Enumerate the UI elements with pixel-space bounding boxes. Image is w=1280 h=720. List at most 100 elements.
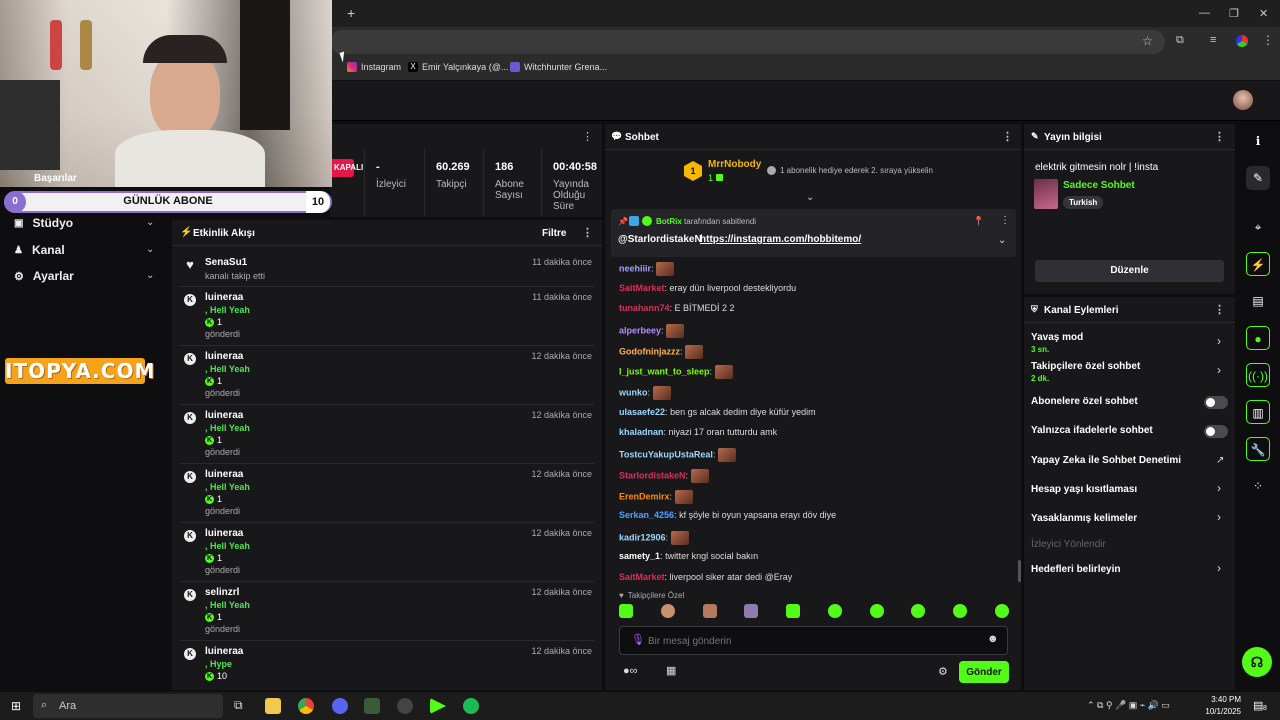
emote-icon[interactable]: [953, 604, 968, 618]
chevron-down-icon[interactable]: ⌄: [146, 244, 154, 255]
more-icon[interactable]: ⋮: [1214, 130, 1225, 143]
action-goals[interactable]: Hedefleri belirleyin: [1031, 564, 1120, 575]
more-icon[interactable]: ⋮: [1214, 303, 1225, 316]
emote-icon[interactable]: [619, 604, 633, 618]
store-icon[interactable]: ▦: [666, 664, 676, 677]
extensions-icon[interactable]: ⧉: [1176, 34, 1184, 47]
notification-icon[interactable]: ▤: [1253, 699, 1263, 712]
emote-icon[interactable]: [994, 604, 1009, 618]
chevron-down-icon[interactable]: ⌄: [146, 270, 154, 281]
chevron-right-icon[interactable]: ›: [1217, 561, 1221, 575]
more-icon[interactable]: ⋮: [582, 226, 593, 239]
gear-icon[interactable]: ⚙: [938, 665, 948, 678]
more-icon[interactable]: ⋮: [582, 130, 593, 143]
pinned-link[interactable]: https://instagram.com/hobbitemo/: [700, 234, 861, 245]
xbox-icon[interactable]: [364, 698, 380, 714]
sidebar-item-settings[interactable]: ⚙ Ayarlar: [14, 269, 74, 283]
microphone-icon[interactable]: 🎙: [631, 633, 645, 646]
filter-button[interactable]: Filtre: [542, 228, 566, 239]
chat-username[interactable]: samety_1: [619, 551, 660, 561]
chevron-right-icon[interactable]: ›: [1217, 510, 1221, 524]
url-input[interactable]: [330, 30, 1165, 54]
edit-button[interactable]: Düzenle: [1035, 260, 1224, 282]
subscribers-only-toggle[interactable]: [1204, 396, 1228, 409]
chat-username[interactable]: TostcuYakupUstaReal: [619, 449, 713, 459]
emote-icon[interactable]: [827, 604, 842, 618]
target-icon[interactable]: ⌖: [1246, 215, 1270, 239]
task-view-icon[interactable]: ⧉: [234, 698, 243, 713]
maximize-icon[interactable]: ❐: [1229, 7, 1239, 20]
emote-icon[interactable]: [702, 604, 717, 618]
activity-user[interactable]: SenaSu1: [205, 257, 247, 268]
close-icon[interactable]: ✕: [1259, 7, 1268, 20]
star-icon[interactable]: ☆: [1142, 34, 1153, 48]
emote-icon[interactable]: [744, 604, 759, 618]
kick-app-icon[interactable]: [430, 698, 446, 714]
action-slow-mode[interactable]: Yavaş mod 3 sn.: [1031, 332, 1083, 354]
menu-icon[interactable]: ⋮: [1262, 33, 1274, 47]
new-tab-button[interactable]: +: [347, 5, 355, 21]
chevron-right-icon[interactable]: ›: [1217, 481, 1221, 495]
sidebar-item-channel[interactable]: ♟ Kanal: [14, 243, 65, 257]
send-button[interactable]: Gönder: [959, 661, 1009, 683]
gift-leader-name[interactable]: MrrNobody: [708, 159, 761, 170]
chat-bubble-icon[interactable]: ●: [1246, 326, 1270, 350]
chat-username[interactable]: alperbeey: [619, 325, 661, 335]
more-icon[interactable]: ⋮: [1002, 130, 1013, 143]
pencil-icon[interactable]: ✎: [1246, 166, 1270, 190]
user-avatar[interactable]: [1233, 90, 1253, 110]
bolt-icon[interactable]: ⚡: [1246, 252, 1270, 276]
layout-icon[interactable]: ▥: [1246, 400, 1270, 424]
windows-start-icon[interactable]: ⊞: [11, 699, 21, 713]
activity-user[interactable]: luineraa: [205, 646, 243, 657]
obs-icon[interactable]: [397, 698, 413, 714]
chat-username[interactable]: Godofninjazzz: [619, 346, 680, 356]
chat-username[interactable]: I_just_want_to_sleep: [619, 366, 710, 376]
chat-username[interactable]: ulasaefe22: [619, 407, 665, 417]
chat-username[interactable]: ErenDemirx: [619, 491, 670, 501]
chat-username[interactable]: neehiiir: [619, 263, 651, 273]
chevron-right-icon[interactable]: ›: [1217, 363, 1221, 377]
support-icon[interactable]: ☊: [1242, 647, 1272, 677]
chat-scrollbar[interactable]: [1018, 560, 1021, 582]
chat-username[interactable]: SaitMarket: [619, 572, 665, 582]
activity-user[interactable]: luineraa: [205, 528, 243, 539]
emote-icon[interactable]: [869, 604, 884, 618]
bookmark-witchhunter[interactable]: Witchhunter Grena...: [510, 62, 607, 72]
info-icon[interactable]: ℹ: [1246, 129, 1270, 153]
more-icon[interactable]: ⋮: [1000, 215, 1010, 226]
chevron-down-icon[interactable]: ⌄: [146, 217, 154, 228]
chevron-right-icon[interactable]: ›: [1217, 334, 1221, 348]
bookmark-x[interactable]: X Emir Yalçınkaya (@...: [408, 62, 508, 72]
category-thumbnail[interactable]: [1034, 179, 1058, 209]
action-account-age[interactable]: Hesap yaşı kısıtlaması: [1031, 484, 1137, 495]
emote-icon[interactable]: [786, 604, 801, 618]
emote-icon[interactable]: [911, 604, 926, 618]
taskbar-search[interactable]: ⌕ Ara: [33, 694, 223, 718]
bookmark-instagram[interactable]: Instagram: [347, 62, 401, 72]
emoji-icon[interactable]: ☻: [987, 633, 999, 645]
activity-user[interactable]: luineraa: [205, 292, 243, 303]
pinned-by-user[interactable]: BotRix: [656, 217, 682, 226]
sidebar-item-achievements[interactable]: Başarılar: [34, 173, 77, 184]
emote-icon[interactable]: [660, 604, 675, 618]
chat-input[interactable]: [648, 631, 968, 651]
external-link-icon[interactable]: ↗: [1216, 455, 1224, 466]
document-icon[interactable]: ▤: [1246, 289, 1270, 313]
category-name[interactable]: Sadece Sohbet: [1063, 180, 1135, 191]
activity-user[interactable]: selinzrl: [205, 587, 239, 598]
activity-user[interactable]: luineraa: [205, 469, 243, 480]
file-explorer-icon[interactable]: [265, 698, 281, 714]
chat-username[interactable]: SaitMarket: [619, 283, 665, 293]
action-banned-words[interactable]: Yasaklanmış kelimeler: [1031, 513, 1137, 524]
collapse-icon[interactable]: ⌄: [806, 192, 814, 203]
unpin-icon[interactable]: 📍: [973, 216, 984, 227]
wrench-icon[interactable]: 🔧: [1246, 437, 1270, 461]
emotes-only-toggle[interactable]: [1204, 425, 1228, 438]
chat-username[interactable]: kadir12906: [619, 532, 666, 542]
chat-username[interactable]: khaladnan: [619, 427, 664, 437]
activity-user[interactable]: luineraa: [205, 410, 243, 421]
chat-username[interactable]: wunko: [619, 387, 648, 397]
media-icon[interactable]: ≡: [1210, 34, 1216, 46]
profile-icon[interactable]: [1236, 35, 1248, 47]
